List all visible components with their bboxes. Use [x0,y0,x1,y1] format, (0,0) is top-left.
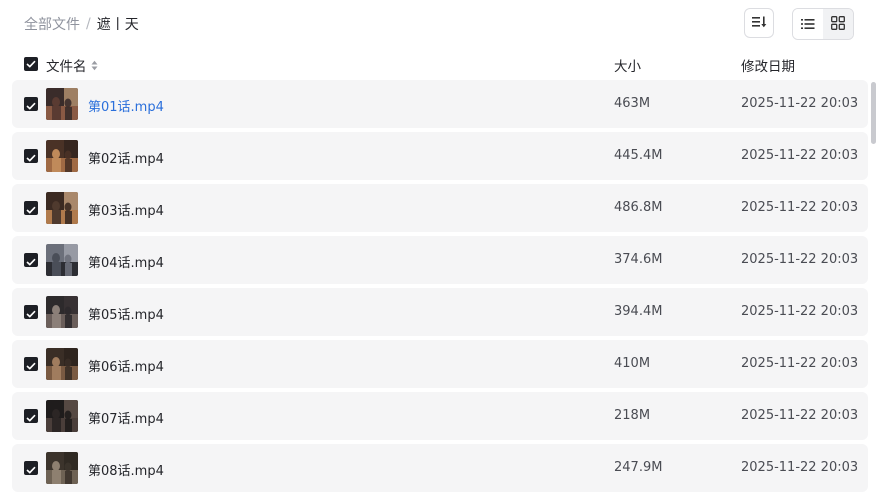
file-size: 410M [614,356,651,371]
file-size: 463M [614,96,651,111]
video-thumbnail[interactable] [46,348,78,380]
file-modified-date: 2025-11-22 20:03 [741,460,859,475]
checkmark-icon [26,147,36,166]
video-thumbnail[interactable] [46,192,78,224]
checkmark-icon [26,407,36,426]
file-modified-date: 2025-11-22 20:03 [741,200,859,215]
column-name-label: 文件名 [46,59,87,75]
breadcrumb-current-folder: 遮丨天 [96,17,139,33]
row-checkbox[interactable] [24,461,38,475]
select-all-checkbox[interactable] [24,57,38,71]
file-name[interactable]: 第08话.mp4 [88,460,164,479]
checkmark-icon [26,199,36,218]
file-modified-date: 2025-11-22 20:03 [741,252,859,267]
grid-view-icon [831,15,845,34]
column-header-modified[interactable]: 修改日期 [741,55,795,75]
table-row[interactable]: 第05话.mp4 394.4M 2025-11-22 20:03 [12,288,868,336]
file-name[interactable]: 第01话.mp4 [88,96,164,115]
table-row[interactable]: 第07话.mp4 218M 2025-11-22 20:03 [12,392,868,440]
file-modified-date: 2025-11-22 20:03 [741,96,859,111]
view-toggle [792,8,854,40]
file-size: 394.4M [614,304,663,319]
checkmark-icon [26,56,36,72]
table-row[interactable]: 第04话.mp4 374.6M 2025-11-22 20:03 [12,236,868,284]
file-size: 218M [614,408,651,423]
row-checkbox[interactable] [24,357,38,371]
grid-view-button[interactable] [823,9,853,39]
breadcrumb: 全部文件 / 遮丨天 [24,14,139,34]
checkmark-icon [26,95,36,114]
file-browser: 全部文件 / 遮丨天 文件名 大小 修改日期 第01话.mp4 463M 202… [0,0,878,495]
table-row[interactable]: 第01话.mp4 463M 2025-11-22 20:03 [12,80,868,128]
file-name[interactable]: 第07话.mp4 [88,408,164,427]
scrollbar-thumb[interactable] [871,82,876,144]
file-name[interactable]: 第05话.mp4 [88,304,164,323]
list-view-icon [801,15,815,34]
row-checkbox[interactable] [24,253,38,267]
video-thumbnail[interactable] [46,140,78,172]
file-name[interactable]: 第06话.mp4 [88,356,164,375]
file-modified-date: 2025-11-22 20:03 [741,304,859,319]
file-name[interactable]: 第03话.mp4 [88,200,164,219]
file-name[interactable]: 第04话.mp4 [88,252,164,271]
file-size: 374.6M [614,252,663,267]
video-thumbnail[interactable] [46,400,78,432]
list-view-button[interactable] [793,9,823,39]
table-row[interactable]: 第08话.mp4 247.9M 2025-11-22 20:03 [12,444,868,492]
file-size: 247.9M [614,460,663,475]
sort-button[interactable] [744,8,774,38]
video-thumbnail[interactable] [46,244,78,276]
video-thumbnail[interactable] [46,452,78,484]
table-header: 文件名 大小 修改日期 [0,52,878,76]
checkmark-icon [26,355,36,374]
column-header-size[interactable]: 大小 [614,55,641,75]
checkmark-icon [26,251,36,270]
row-checkbox[interactable] [24,201,38,215]
sort-caret-icon [91,60,98,71]
file-modified-date: 2025-11-22 20:03 [741,356,859,371]
file-modified-date: 2025-11-22 20:03 [741,408,859,423]
row-checkbox[interactable] [24,149,38,163]
row-checkbox[interactable] [24,409,38,423]
checkmark-icon [26,303,36,322]
file-size: 486.8M [614,200,663,215]
file-size: 445.4M [614,148,663,163]
video-thumbnail[interactable] [46,296,78,328]
file-modified-date: 2025-11-22 20:03 [741,148,859,163]
video-thumbnail[interactable] [46,88,78,120]
table-row[interactable]: 第03话.mp4 486.8M 2025-11-22 20:03 [12,184,868,232]
column-header-name[interactable]: 文件名 [46,55,98,75]
table-row[interactable]: 第02话.mp4 445.4M 2025-11-22 20:03 [12,132,868,180]
file-list: 第01话.mp4 463M 2025-11-22 20:03 第02话.mp4 … [12,80,868,495]
breadcrumb-separator: / [86,16,91,32]
sort-lines-icon [751,14,767,33]
row-checkbox[interactable] [24,97,38,111]
file-name[interactable]: 第02话.mp4 [88,148,164,167]
table-row[interactable]: 第06话.mp4 410M 2025-11-22 20:03 [12,340,868,388]
row-checkbox[interactable] [24,305,38,319]
breadcrumb-root-link[interactable]: 全部文件 [24,14,80,34]
checkmark-icon [26,459,36,478]
